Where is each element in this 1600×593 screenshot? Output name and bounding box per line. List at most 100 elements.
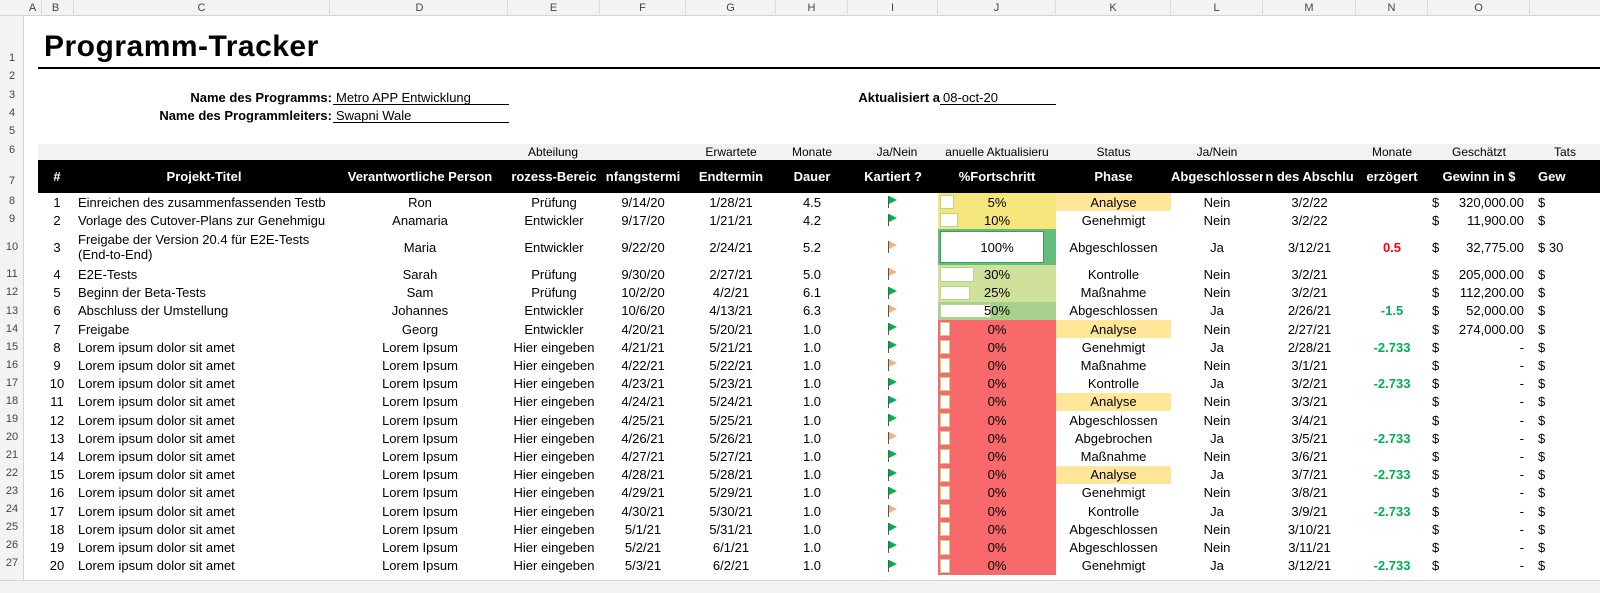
duration-cell[interactable]: 5.2	[776, 229, 848, 266]
end-date-cell[interactable]: 2/24/21	[686, 229, 776, 266]
end-date-cell[interactable]: 2/27/21	[686, 265, 776, 284]
row-number[interactable]: 13	[0, 305, 24, 317]
project-title-cell[interactable]: Lorem ipsum dolor sit amet	[76, 338, 332, 357]
process-area-cell[interactable]: Hier eingeben	[508, 538, 600, 557]
completed-cell[interactable]: Nein	[1171, 211, 1263, 230]
responsible-person-cell[interactable]: Lorem Ipsum	[332, 374, 508, 393]
end-date-cell[interactable]: 5/31/21	[686, 520, 776, 539]
project-title-cell[interactable]: Lorem ipsum dolor sit amet	[76, 392, 332, 411]
start-date-cell[interactable]: 9/30/20	[600, 265, 686, 284]
start-date-cell[interactable]: 9/22/20	[600, 229, 686, 266]
row-number[interactable]: 22	[0, 467, 24, 479]
estimated-profit-cell[interactable]: $ -	[1428, 538, 1530, 557]
row-number[interactable]: 9	[0, 213, 24, 225]
duration-cell[interactable]: 1.0	[776, 538, 848, 557]
end-date-cell[interactable]: 4/13/21	[686, 301, 776, 320]
actual-profit-cell[interactable]: $	[1530, 502, 1600, 521]
actual-profit-cell[interactable]: $	[1530, 338, 1600, 357]
table-row[interactable]: 14 Lorem ipsum dolor sit amet Lorem Ipsum H…	[38, 447, 1600, 466]
project-title-cell[interactable]: Lorem ipsum dolor sit amet	[76, 447, 332, 466]
phase-cell[interactable]: Maßnahme	[1056, 283, 1171, 302]
completed-cell[interactable]: Ja	[1171, 301, 1263, 320]
duration-cell[interactable]: 1.0	[776, 411, 848, 430]
mapped-flag-cell[interactable]	[848, 538, 938, 556]
estimated-profit-cell[interactable]: $112,200.00	[1428, 283, 1530, 302]
actual-profit-cell[interactable]: $	[1530, 283, 1600, 302]
completion-date-cell[interactable]: 3/8/21	[1263, 483, 1356, 502]
column-letter[interactable]: I	[848, 0, 938, 16]
completed-cell[interactable]: Ja	[1171, 374, 1263, 393]
table-row[interactable]: 17 Lorem ipsum dolor sit amet Lorem Ipsum H…	[38, 502, 1600, 521]
process-area-cell[interactable]: Hier eingeben	[508, 520, 600, 539]
progress-cell[interactable]: 5%	[938, 193, 1056, 212]
row-number[interactable]: 2	[0, 70, 24, 82]
end-date-cell[interactable]: 5/23/21	[686, 374, 776, 393]
mapped-flag-cell[interactable]	[848, 557, 938, 575]
responsible-person-cell[interactable]: Georg	[332, 320, 508, 339]
process-area-cell[interactable]: Hier eingeben	[508, 392, 600, 411]
estimated-profit-cell[interactable]: $11,900.00	[1428, 211, 1530, 230]
column-letter[interactable]: L	[1171, 0, 1263, 16]
completion-date-cell[interactable]: 3/2/22	[1263, 193, 1356, 212]
phase-cell[interactable]: Abgeschlossen	[1056, 229, 1171, 266]
row-number[interactable]: 24	[0, 503, 24, 515]
project-title-cell[interactable]: Lorem ipsum dolor sit amet	[76, 465, 332, 484]
row-number[interactable]: 10	[0, 241, 24, 253]
manager-name-field[interactable]: Swapni Wale	[333, 108, 509, 123]
phase-cell[interactable]: Abgeschlossen	[1056, 520, 1171, 539]
responsible-person-cell[interactable]: Lorem Ipsum	[332, 465, 508, 484]
duration-cell[interactable]: 1.0	[776, 520, 848, 539]
estimated-profit-cell[interactable]: $ -	[1428, 465, 1530, 484]
header-abgeschlossen[interactable]: Abgeschlossen	[1171, 160, 1263, 193]
table-row[interactable]: 9 Lorem ipsum dolor sit amet Lorem Ipsum Hi…	[38, 356, 1600, 375]
phase-cell[interactable]: Maßnahme	[1056, 447, 1171, 466]
column-letter[interactable]: M	[1263, 0, 1356, 16]
row-number[interactable]: 27	[0, 557, 24, 569]
mapped-flag-cell[interactable]	[848, 265, 938, 283]
phase-cell[interactable]: Genehmigt	[1056, 556, 1171, 575]
estimated-profit-cell[interactable]: $ -	[1428, 392, 1530, 411]
completion-date-cell[interactable]: 3/4/21	[1263, 411, 1356, 430]
completed-cell[interactable]: Nein	[1171, 520, 1263, 539]
progress-cell[interactable]: 0%	[938, 392, 1056, 411]
end-date-cell[interactable]: 5/26/21	[686, 429, 776, 448]
mapped-flag-cell[interactable]	[848, 484, 938, 502]
responsible-person-cell[interactable]: Johannes	[332, 301, 508, 320]
start-date-cell[interactable]: 4/24/21	[600, 392, 686, 411]
delay-cell[interactable]	[1356, 411, 1428, 430]
end-date-cell[interactable]: 5/27/21	[686, 447, 776, 466]
delay-cell[interactable]: -2.733	[1356, 429, 1428, 448]
row-index-cell[interactable]: 2	[38, 211, 76, 230]
header-projekt-titel[interactable]: Projekt-Titel	[76, 160, 332, 193]
end-date-cell[interactable]: 4/2/21	[686, 283, 776, 302]
delay-cell[interactable]	[1356, 211, 1428, 230]
row-number[interactable]: 16	[0, 359, 24, 371]
row-index-cell[interactable]: 1	[38, 193, 76, 212]
column-letter[interactable]: D	[332, 0, 508, 16]
responsible-person-cell[interactable]: Lorem Ipsum	[332, 502, 508, 521]
start-date-cell[interactable]: 9/17/20	[600, 211, 686, 230]
delay-cell[interactable]	[1356, 392, 1428, 411]
project-title-cell[interactable]: E2E-Tests	[76, 265, 332, 284]
completion-date-cell[interactable]: 3/9/21	[1263, 502, 1356, 521]
delay-cell[interactable]	[1356, 520, 1428, 539]
mapped-flag-cell[interactable]	[848, 229, 938, 265]
project-title-cell[interactable]: Lorem ipsum dolor sit amet	[76, 374, 332, 393]
start-date-cell[interactable]: 4/28/21	[600, 465, 686, 484]
row-number[interactable]: 23	[0, 485, 24, 497]
duration-cell[interactable]: 1.0	[776, 465, 848, 484]
row-number[interactable]: 18	[0, 395, 24, 407]
mapped-flag-cell[interactable]	[848, 211, 938, 229]
actual-profit-cell[interactable]: $	[1530, 556, 1600, 575]
row-number[interactable]: 11	[0, 268, 24, 280]
completed-cell[interactable]: Nein	[1171, 356, 1263, 375]
delay-cell[interactable]: -2.733	[1356, 556, 1428, 575]
row-index-cell[interactable]: 3	[38, 229, 76, 266]
completion-date-cell[interactable]: 3/5/21	[1263, 429, 1356, 448]
header-kartiert[interactable]: Kartiert ?	[848, 160, 938, 193]
completed-cell[interactable]: Nein	[1171, 411, 1263, 430]
mapped-flag-cell[interactable]	[848, 193, 938, 211]
completion-date-cell[interactable]: 3/6/21	[1263, 447, 1356, 466]
progress-cell[interactable]: 0%	[938, 447, 1056, 466]
header-verantwortliche-person[interactable]: Verantwortliche Person	[332, 160, 508, 193]
